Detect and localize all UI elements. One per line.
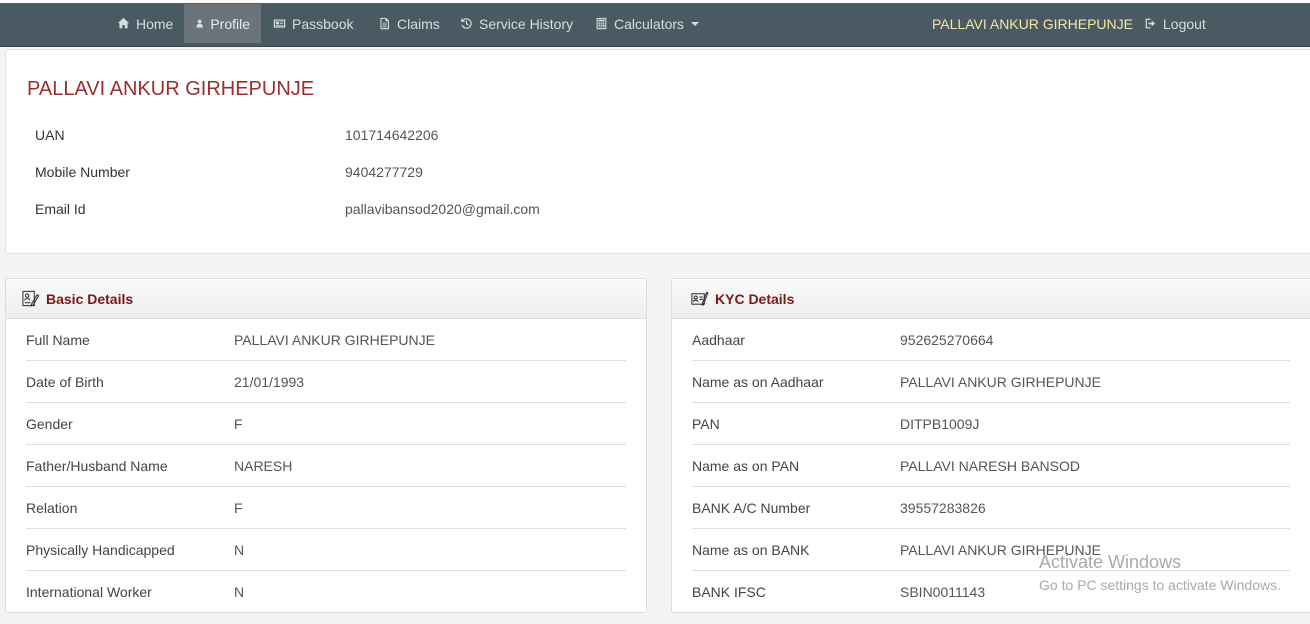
profile-summary-panel: PALLAVI ANKUR GIRHEPUNJE UAN 10171464220… — [5, 49, 1310, 254]
profile-label: Mobile Number — [35, 164, 130, 180]
detail-label: Gender — [26, 415, 73, 432]
nav-home[interactable]: Home — [106, 4, 184, 43]
detail-label: Name as on PAN — [692, 457, 800, 474]
document-icon — [380, 17, 389, 30]
chevron-down-icon — [691, 21, 700, 26]
history-icon — [461, 18, 472, 29]
user-icon — [196, 19, 203, 28]
nav-service-history-label: Service History — [479, 15, 574, 32]
detail-value: 21/01/1993 — [234, 373, 305, 390]
logged-in-user-name: PALLAVI ANKUR GIRHEPUNJE — [932, 15, 1133, 32]
table-row: Name as on Aadhaar PALLAVI ANKUR GIRHEPUN… — [692, 361, 1290, 403]
detail-value: PALLAVI NARESH BANSOD — [900, 457, 1080, 474]
detail-value: N — [234, 584, 245, 600]
detail-value: PALLAVI ANKUR GIRHEPUNJE — [900, 373, 1101, 390]
nav-service-history[interactable]: Service History — [449, 4, 584, 43]
detail-value: N — [234, 541, 245, 558]
table-row: Full Name PALLAVI ANKUR GIRHEPUNJE — [26, 319, 626, 361]
home-icon — [117, 17, 130, 29]
table-row: Gender F — [26, 403, 626, 445]
profile-value: 101714642206 — [345, 127, 439, 143]
id-card-edit-icon — [22, 290, 40, 307]
detail-label: PAN — [692, 415, 720, 432]
top-navbar: Home Profile Passbook Claims Service His… — [0, 3, 1310, 47]
table-row: Aadhaar 952625270664 — [692, 319, 1290, 361]
profile-label: Email Id — [35, 201, 86, 217]
detail-label: Father/Husband Name — [26, 457, 168, 474]
profile-label: UAN — [35, 127, 65, 143]
watermark-title: Activate Windows — [1039, 552, 1182, 572]
profile-value: 9404277729 — [345, 164, 423, 180]
nav-claims-label: Claims — [397, 15, 440, 32]
basic-details-card: Basic Details Full Name PALLAVI ANKUR GIR… — [5, 278, 647, 613]
detail-label: BANK IFSC — [692, 584, 766, 600]
detail-label: Name as on BANK — [692, 541, 810, 558]
nav-passbook-label: Passbook — [292, 15, 354, 32]
detail-label: Physically Handicapped — [26, 541, 175, 558]
profile-value: pallavibansod2020@gmail.com — [345, 201, 540, 217]
logout-button[interactable]: Logout — [1133, 4, 1217, 43]
calculator-icon — [596, 17, 607, 30]
table-row: Relation F — [26, 487, 626, 529]
nav-calculators-dropdown[interactable]: Calculators — [584, 4, 710, 43]
kyc-details-title: KYC Details — [715, 290, 795, 307]
table-row: PAN DITPB1009J — [692, 403, 1290, 445]
basic-details-title: Basic Details — [46, 290, 134, 307]
detail-label: Full Name — [26, 331, 90, 348]
nav-passbook[interactable]: Passbook — [262, 4, 364, 43]
basic-details-header: Basic Details — [6, 279, 646, 319]
detail-value: F — [234, 415, 243, 432]
detail-value: F — [234, 499, 243, 516]
watermark-subtitle: Go to PC settings to activate Windows. — [1039, 577, 1281, 593]
detail-label: Aadhaar — [692, 331, 745, 348]
detail-value: 952625270664 — [900, 331, 994, 348]
detail-label: International Worker — [26, 584, 152, 600]
nav-claims[interactable]: Claims — [367, 4, 451, 43]
logout-label: Logout — [1163, 15, 1206, 32]
detail-label: BANK A/C Number — [692, 499, 811, 516]
detail-label: Name as on Aadhaar — [692, 373, 824, 390]
nav-profile-label: Profile — [210, 15, 250, 32]
id-card-icon — [691, 291, 709, 306]
table-row: International Worker N — [26, 571, 626, 612]
nav-profile[interactable]: Profile — [184, 4, 261, 43]
passbook-icon — [273, 19, 286, 28]
detail-value: NARESH — [234, 457, 293, 474]
detail-value: 39557283826 — [900, 499, 986, 516]
table-row: Name as on PAN PALLAVI NARESH BANSOD — [692, 445, 1290, 487]
kyc-details-header: KYC Details — [672, 279, 1310, 319]
detail-label: Relation — [26, 499, 78, 516]
profile-name-heading: PALLAVI ANKUR GIRHEPUNJE — [27, 78, 315, 100]
nav-calculators-label: Calculators — [614, 15, 685, 32]
detail-value: DITPB1009J — [900, 415, 980, 432]
table-row: BANK A/C Number 39557283826 — [692, 487, 1290, 529]
logout-icon — [1145, 18, 1155, 29]
activate-windows-watermark: Activate Windows Go to PC settings to ac… — [1039, 552, 1281, 593]
detail-value: SBIN0011143 — [900, 584, 986, 600]
table-row: Physically Handicapped N — [26, 529, 626, 571]
table-row: Date of Birth 21/01/1993 — [26, 361, 626, 403]
table-row: Father/Husband Name NARESH — [26, 445, 626, 487]
detail-label: Date of Birth — [26, 373, 104, 390]
nav-home-label: Home — [136, 15, 174, 32]
detail-value: PALLAVI ANKUR GIRHEPUNJE — [234, 331, 435, 348]
